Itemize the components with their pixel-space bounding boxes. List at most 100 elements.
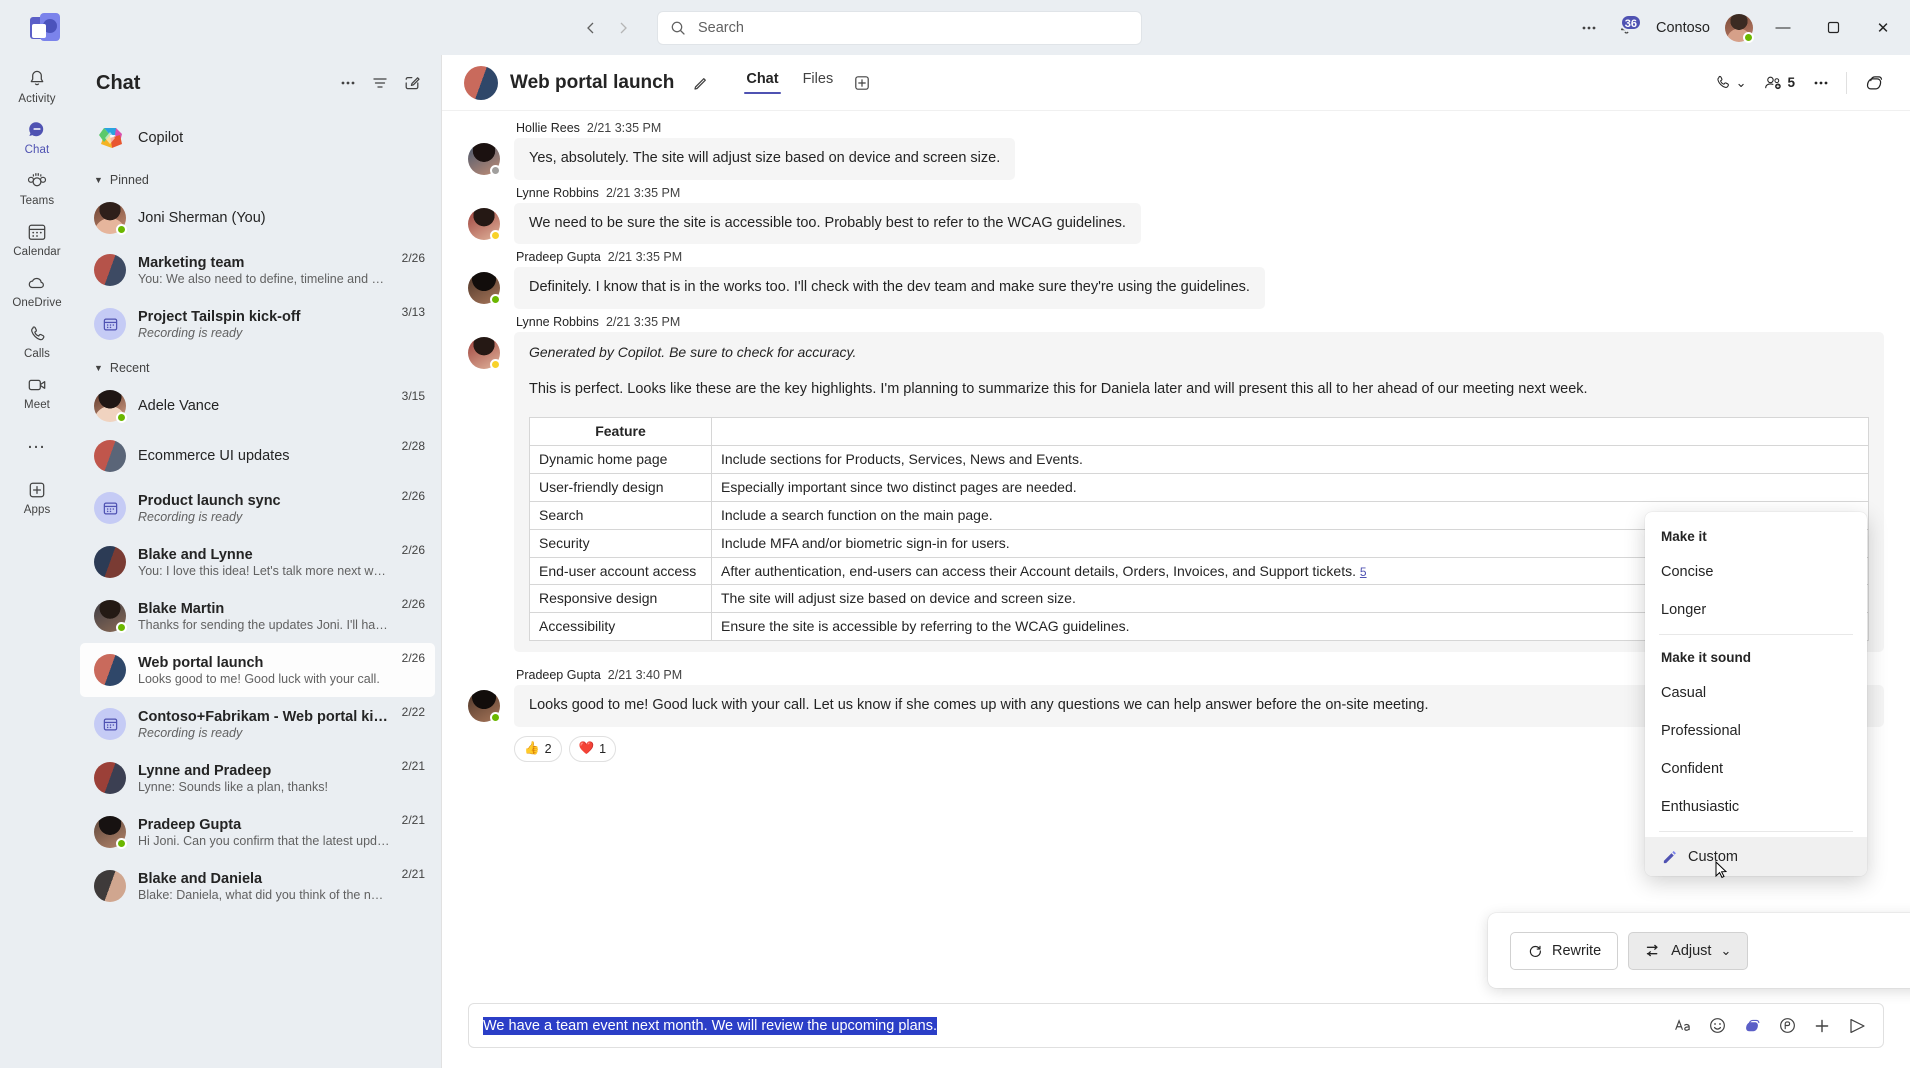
rail-item-meet[interactable]: Meet — [4, 367, 70, 416]
menu-item-casual[interactable]: Casual — [1645, 674, 1867, 712]
menu-item-concise[interactable]: Concise — [1645, 553, 1867, 591]
user-avatar-button[interactable] — [1722, 12, 1756, 44]
avatar — [94, 600, 127, 633]
copilot-icon[interactable] — [1856, 67, 1892, 99]
reaction-count: 2 — [544, 741, 552, 756]
call-button[interactable]: ⌄ — [1706, 67, 1754, 99]
table-header-cell: Feature — [529, 417, 712, 447]
chat-list-item-preview: Recording is ready — [138, 725, 243, 740]
rail-item-label: Chat — [24, 144, 50, 156]
rail-item-activity[interactable]: Activity — [4, 61, 70, 110]
copilot-icon[interactable] — [1736, 1010, 1768, 1042]
titlebar-more-button[interactable] — [1572, 12, 1606, 44]
format-icon[interactable] — [1666, 1010, 1698, 1042]
rail-item-teams[interactable]: Teams — [4, 163, 70, 212]
chat-list-item-preview: You: I love this idea! Let's talk more n… — [138, 563, 390, 578]
chat-more-button[interactable] — [1805, 67, 1837, 99]
tab-chat[interactable]: Chat — [736, 65, 788, 100]
adjust-button[interactable]: Adjust ⌄ — [1628, 931, 1749, 970]
search-bar[interactable] — [658, 11, 1141, 44]
avatar — [94, 546, 126, 578]
chat-list-more-button[interactable] — [333, 68, 363, 98]
chat-list-item[interactable]: Blake and Lynne You: I love this idea! L… — [80, 535, 435, 589]
close-button[interactable]: ✕ — [1860, 0, 1906, 55]
add-tab-button[interactable] — [847, 68, 877, 98]
presence-indicator — [116, 224, 127, 235]
chat-list-item-date: 3/13 — [401, 305, 425, 319]
emoji-icon[interactable] — [1701, 1010, 1733, 1042]
chat-list-item[interactable]: Pradeep Gupta Hi Joni. Can you confirm t… — [80, 805, 435, 859]
section-header-recent[interactable]: ▼ Recent — [74, 351, 441, 381]
rail-item-onedrive[interactable]: OneDrive — [4, 265, 70, 314]
rail-item-calls[interactable]: Calls — [4, 316, 70, 365]
notification-badge: 36 — [1619, 13, 1642, 31]
tab-files[interactable]: Files — [793, 65, 844, 100]
chat-list-item-name: Pradeep Gupta — [138, 816, 242, 833]
minimize-button[interactable]: — — [1760, 0, 1806, 55]
plus-icon[interactable] — [1806, 1010, 1838, 1042]
rail-item-calendar[interactable]: Calendar — [4, 214, 70, 263]
chat-list-item[interactable]: Joni Sherman (You) — [80, 193, 435, 243]
table-row: Dynamic home page Include sections for P… — [529, 445, 1869, 474]
composer-area: We have a team event next month. We will… — [442, 993, 1910, 1068]
chat-list-item[interactable]: Marketing team You: We also need to defi… — [80, 243, 435, 297]
menu-item-longer[interactable]: Longer — [1645, 591, 1867, 629]
tenant-switcher[interactable]: Contoso — [1648, 20, 1718, 36]
avatar — [468, 143, 501, 176]
chat-list-item[interactable]: Blake Martin Thanks for sending the upda… — [80, 589, 435, 643]
back-button[interactable] — [576, 13, 606, 43]
filter-icon[interactable] — [365, 68, 395, 98]
chat-list-item[interactable]: Contoso+Fabrikam - Web portal ki… Record… — [80, 697, 435, 751]
notifications-button[interactable]: 36 — [1610, 12, 1644, 44]
chat-list-item[interactable]: Ecommerce UI updates 2/28 — [80, 431, 435, 481]
message-composer[interactable]: We have a team event next month. We will… — [468, 1003, 1884, 1048]
chat-list-item-copilot[interactable]: Copilot — [80, 113, 435, 163]
rail-item-label: Meet — [24, 399, 50, 411]
chat-header-actions: ⌄ 5 — [1706, 67, 1892, 99]
chevron-down-icon: ▼ — [94, 175, 103, 185]
message-text: We need to be sure the site is accessibl… — [514, 202, 1141, 245]
avatar — [94, 870, 126, 902]
avatar — [94, 654, 126, 686]
chat-list-item-web-portal-launch[interactable]: Web portal launch Looks good to me! Good… — [80, 643, 435, 697]
menu-item-confident[interactable]: Confident — [1645, 750, 1867, 788]
chat-header: Web portal launch Chat Files ⌄ 5 — [442, 55, 1910, 111]
chat-list-item[interactable]: Adele Vance 3/15 — [80, 381, 435, 431]
maximize-button[interactable] — [1810, 0, 1856, 55]
rail-item-apps[interactable]: Apps — [4, 472, 70, 521]
avatar — [94, 816, 127, 849]
reaction-count: 1 — [599, 741, 607, 756]
chat-list-item[interactable]: Project Tailspin kick-off Recording is r… — [80, 297, 435, 351]
participants-button[interactable]: 5 — [1756, 67, 1802, 99]
search-input[interactable] — [698, 19, 1129, 36]
refresh-icon — [1527, 943, 1543, 959]
loop-icon[interactable] — [1771, 1010, 1803, 1042]
chat-list-scroll[interactable]: Copilot ▼ Pinned Joni Sherman (You) Mark… — [74, 111, 441, 1068]
chevron-down-icon: ⌄ — [1720, 942, 1732, 958]
rail-item-chat[interactable]: Chat — [4, 112, 70, 161]
pencil-icon[interactable] — [686, 68, 716, 98]
send-icon[interactable] — [1841, 1010, 1873, 1042]
chat-list-item[interactable]: Lynne and Pradeep Lynne: Sounds like a p… — [80, 751, 435, 805]
chat-list-item[interactable]: Blake and Daniela Blake: Daniela, what d… — [80, 859, 435, 913]
compose-icon[interactable] — [397, 68, 427, 98]
chat-list-header: Chat — [74, 55, 441, 111]
rewrite-button[interactable]: Rewrite — [1510, 931, 1619, 970]
table-cell: Dynamic home page — [529, 445, 712, 474]
chat-list-item[interactable]: Product launch sync Recording is ready 2… — [80, 481, 435, 535]
section-header-pinned[interactable]: ▼ Pinned — [74, 163, 441, 193]
menu-item-professional[interactable]: Professional — [1645, 712, 1867, 750]
presence-indicator — [116, 838, 127, 849]
heart-icon: ❤️ — [578, 741, 595, 756]
message: Lynne Robbins 2/21 3:35 PM We need to be … — [468, 186, 1884, 245]
composer-input[interactable]: We have a team event next month. We will… — [483, 1007, 1666, 1045]
citation-link[interactable]: 5 — [1360, 565, 1367, 579]
rail-more-button[interactable]: … — [27, 418, 48, 472]
chat-list-item-name: Copilot — [138, 130, 184, 146]
menu-item-custom[interactable]: Custom — [1645, 837, 1867, 879]
forward-button[interactable] — [608, 13, 638, 43]
reaction-thumbsup[interactable]: 👍 2 — [514, 735, 562, 762]
divider — [1846, 71, 1847, 94]
menu-item-enthusiastic[interactable]: Enthusiastic — [1645, 788, 1867, 826]
reaction-heart[interactable]: ❤️ 1 — [568, 735, 617, 762]
